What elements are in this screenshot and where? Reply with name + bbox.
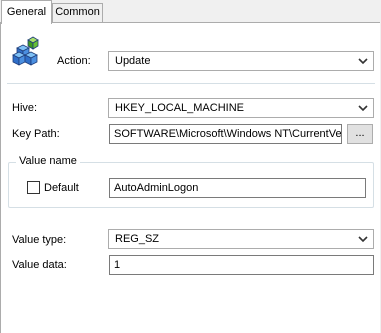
action-label: Action: (57, 55, 91, 67)
tab-general-label: General (6, 6, 47, 18)
tab-general[interactable]: General (1, 0, 52, 24)
chevron-down-icon (358, 58, 368, 65)
general-tab-panel: Action: Update Hive: HKEY_LOCAL_MACHINE … (0, 22, 380, 333)
action-value: Update (115, 55, 151, 67)
default-checkbox-label: Default (44, 182, 79, 194)
key-path-input[interactable]: SOFTWARE\Microsoft\Windows NT\CurrentVer (109, 124, 342, 144)
separator (7, 83, 375, 84)
hive-value: HKEY_LOCAL_MACHINE (115, 102, 244, 114)
value-type-value: REG_SZ (115, 233, 160, 245)
chevron-down-icon (358, 236, 368, 243)
value-data-input[interactable]: 1 (109, 255, 374, 275)
value-name-value: AutoAdminLogon (114, 182, 199, 194)
default-checkbox[interactable] (27, 181, 40, 194)
registry-cubes-icon (12, 36, 39, 66)
value-name-group-title: Value name (16, 154, 80, 168)
key-path-label: Key Path: (12, 128, 60, 140)
hive-label: Hive: (12, 102, 38, 114)
action-dropdown[interactable]: Update (108, 51, 374, 71)
value-type-label: Value type: (12, 234, 67, 246)
tab-strip: General Common (0, 0, 381, 24)
value-type-dropdown[interactable]: REG_SZ (108, 229, 374, 249)
value-data-value: 1 (114, 259, 121, 271)
chevron-down-icon (358, 105, 368, 112)
hive-dropdown[interactable]: HKEY_LOCAL_MACHINE (108, 98, 374, 118)
browse-button-label: ... (355, 127, 365, 139)
key-path-browse-button[interactable]: ... (347, 124, 373, 144)
tab-common[interactable]: Common (52, 3, 103, 22)
key-path-value: SOFTWARE\Microsoft\Windows NT\CurrentVer (114, 128, 342, 140)
value-data-label: Value data: (12, 259, 67, 271)
value-name-input[interactable]: AutoAdminLogon (109, 178, 366, 198)
tab-common-label: Common (55, 6, 100, 18)
